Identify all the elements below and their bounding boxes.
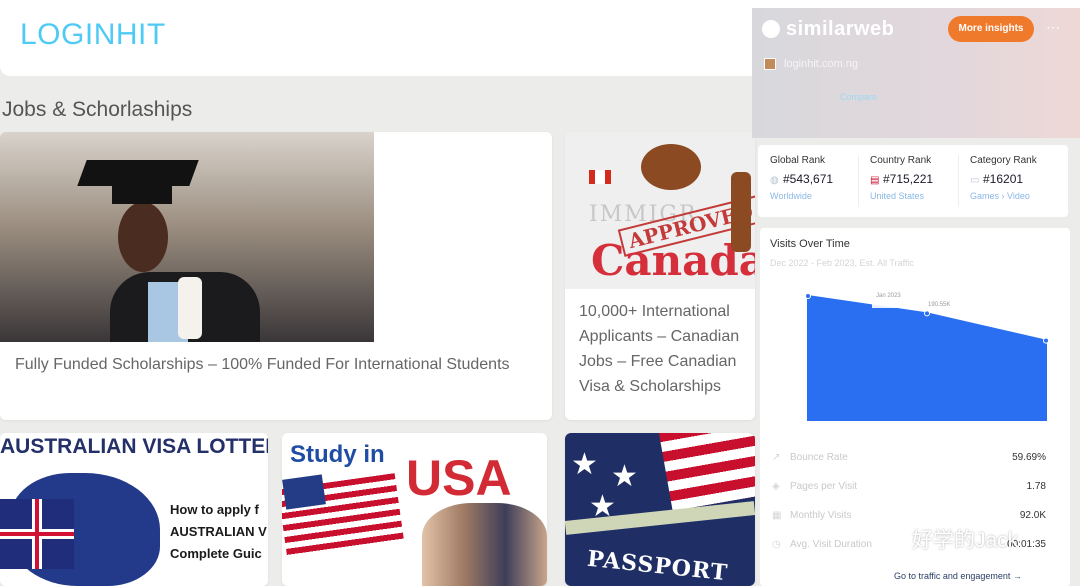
face-shape bbox=[118, 202, 168, 272]
rank-sub[interactable]: Worldwide bbox=[770, 191, 812, 201]
passport-image[interactable]: ★ ★ ★ PASSPORT bbox=[565, 433, 755, 586]
article-card-passport[interactable]: ★ ★ ★ PASSPORT bbox=[565, 433, 755, 586]
rank-sub[interactable]: United States bbox=[870, 191, 924, 201]
metric-bounce-rate: ↗ Bounce Rate 59.69% bbox=[770, 450, 1060, 470]
australia-title-text: AUSTRALIAN VISA LOTTER bbox=[0, 435, 268, 458]
canada-flag-icon bbox=[589, 170, 611, 184]
calendar-icon: ▦ bbox=[772, 510, 782, 521]
site-favicon-icon bbox=[764, 58, 776, 70]
metric-value: 59.69% bbox=[1012, 452, 1046, 463]
diploma-shape bbox=[178, 277, 202, 339]
more-menu-icon[interactable]: ⋯ bbox=[1046, 19, 1060, 36]
site-logo[interactable]: LOGINHIT bbox=[20, 18, 166, 52]
study-usa-image[interactable]: Study in USA bbox=[282, 433, 547, 586]
bounce-icon: ↗ bbox=[772, 452, 781, 463]
australia-visa-image[interactable]: AUSTRALIAN VISA LOTTER How to apply f AU… bbox=[0, 433, 268, 586]
global-rank[interactable]: Global Rank ◍ #543,671 Worldwide bbox=[758, 145, 858, 217]
rank-label: Category Rank bbox=[970, 155, 1037, 166]
rank-value: ▭ #16201 bbox=[970, 172, 1023, 186]
stamp-handle-shape bbox=[731, 172, 751, 252]
compare-link[interactable]: Compare bbox=[840, 92, 877, 102]
australia-guide-text: How to apply f AUSTRALIAN V Complete Gui… bbox=[170, 502, 267, 561]
globe-icon: ◍ bbox=[770, 175, 779, 186]
rank-label: Global Rank bbox=[770, 155, 826, 166]
cap-crown-shape bbox=[112, 180, 172, 204]
rank-number: #715,221 bbox=[883, 172, 934, 186]
traffic-engagement-link[interactable]: Go to traffic and engagement → bbox=[894, 571, 1022, 581]
canada-image[interactable]: IMMIGR APPROVED Canada bbox=[565, 132, 755, 289]
graduate-image[interactable] bbox=[0, 132, 374, 342]
metric-label: Avg. Visit Duration bbox=[790, 539, 872, 550]
country-rank[interactable]: Country Rank ▤ #715,221 United States bbox=[858, 145, 958, 217]
star-icon: ★ bbox=[571, 448, 598, 481]
rank-number: #543,671 bbox=[783, 172, 834, 186]
watermark-text: 好学的Jack bbox=[912, 529, 1019, 552]
metric-label: Monthly Visits bbox=[790, 510, 852, 521]
similarweb-logo[interactable]: similarweb bbox=[786, 18, 894, 41]
metric-label: Bounce Rate bbox=[790, 452, 848, 463]
metric-pages-per-visit: ◈ Pages per Visit 1.78 bbox=[770, 479, 1060, 499]
rank-value: ◍ #543,671 bbox=[770, 172, 833, 186]
rank-label: Country Rank bbox=[870, 155, 932, 166]
more-insights-button[interactable]: More insights bbox=[948, 16, 1034, 42]
rank-number: #16201 bbox=[983, 172, 1024, 186]
rubber-stamp-shape bbox=[641, 144, 701, 190]
us-flag-icon: ▤ bbox=[870, 175, 880, 186]
rank-value: ▤ #715,221 bbox=[870, 172, 933, 186]
clock-icon: ◷ bbox=[772, 539, 781, 550]
us-flag-stripes bbox=[658, 433, 755, 512]
article-card-australia[interactable]: AUSTRALIAN VISA LOTTER How to apply f AU… bbox=[0, 433, 268, 586]
visits-chart[interactable]: Jan 2023 190.55K bbox=[760, 228, 1070, 438]
rank-panel: Global Rank ◍ #543,671 Worldwide Country … bbox=[758, 145, 1068, 217]
metric-value: 92.0K bbox=[1019, 510, 1046, 521]
card-caption[interactable]: Fully Funded Scholarships – 100% Funded … bbox=[15, 352, 515, 377]
card-caption[interactable]: 10,000+ International Applicants – Canad… bbox=[579, 299, 755, 399]
article-card-usa[interactable]: Study in USA bbox=[282, 433, 547, 586]
usa-text: USA bbox=[406, 450, 512, 506]
tooltip-label: Jan 2023 bbox=[876, 293, 901, 299]
study-in-text: Study in bbox=[290, 441, 385, 468]
chart-point-dec-2022[interactable] bbox=[805, 293, 811, 299]
category-icon: ▭ bbox=[970, 175, 980, 186]
article-card-canada[interactable]: IMMIGR APPROVED Canada 10,000+ Internati… bbox=[565, 132, 755, 420]
section-title: Jobs & Schorlaships bbox=[2, 98, 193, 121]
wechat-logo-icon bbox=[878, 532, 904, 552]
students-group-shape bbox=[422, 503, 547, 586]
chart-tooltip: Jan 2023 190.55K bbox=[872, 288, 952, 308]
australia-flag-icon bbox=[0, 499, 74, 569]
pages-icon: ◈ bbox=[772, 481, 780, 492]
chart-point-jan-2023[interactable] bbox=[924, 310, 930, 317]
site-name: loginhit.com.ng bbox=[784, 58, 858, 70]
passport-text: PASSPORT bbox=[586, 545, 730, 586]
category-rank[interactable]: Category Rank ▭ #16201 Games › Video bbox=[958, 145, 1058, 217]
rank-sub[interactable]: Games › Video bbox=[970, 191, 1030, 201]
similarweb-logo-icon bbox=[762, 20, 780, 38]
chart-point-feb-2023[interactable] bbox=[1043, 337, 1049, 344]
us-flag-canton bbox=[282, 474, 326, 510]
metric-value: 1.78 bbox=[1026, 481, 1046, 492]
tooltip-value: 190.55K bbox=[928, 302, 950, 308]
metric-label: Pages per Visit bbox=[790, 481, 858, 492]
article-card-scholarships[interactable]: Fully Funded Scholarships – 100% Funded … bbox=[0, 132, 552, 420]
